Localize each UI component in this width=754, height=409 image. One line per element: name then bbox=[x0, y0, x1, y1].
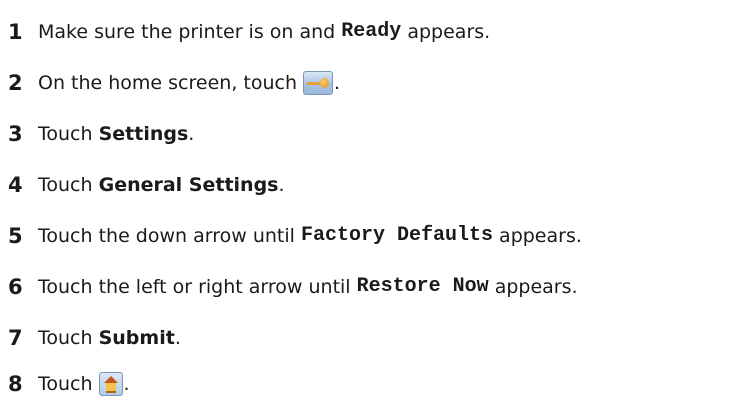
step-text-before: Make sure the printer is on and bbox=[38, 20, 336, 43]
step-bold-label: Settings bbox=[98, 122, 189, 145]
step-number: 6 bbox=[8, 274, 23, 299]
step-5: 5 Touch the down arrow until Factory Def… bbox=[8, 210, 748, 261]
step-text-after: appears. bbox=[499, 224, 582, 247]
step-6: 6 Touch the left or right arrow until Re… bbox=[8, 261, 748, 312]
step-text: On the home screen, touch . bbox=[38, 70, 341, 95]
step-number: 7 bbox=[8, 325, 23, 350]
step-text: Touch General Settings. bbox=[38, 174, 285, 196]
step-text-before: Touch bbox=[38, 373, 93, 395]
step-code: Ready bbox=[341, 20, 402, 43]
step-text-after: . bbox=[188, 122, 195, 145]
menu-key-icon bbox=[303, 70, 334, 95]
step-text: Touch the down arrow until Factory Defau… bbox=[38, 224, 582, 247]
step-number: 4 bbox=[8, 172, 23, 197]
step-4: 4 Touch General Settings. bbox=[8, 159, 748, 210]
step-text: Touch Submit. bbox=[38, 327, 181, 349]
step-text: Touch the left or right arrow until Rest… bbox=[38, 275, 578, 298]
step-2: 2 On the home screen, touch . bbox=[8, 57, 748, 108]
step-text-after: . bbox=[123, 373, 130, 395]
step-text-before: Touch bbox=[38, 173, 93, 196]
instruction-steps: 1 Make sure the printer is on and Ready … bbox=[8, 6, 748, 405]
step-text-after: . bbox=[174, 326, 181, 349]
step-7: 7 Touch Submit. bbox=[8, 312, 748, 363]
step-8: 8 Touch . bbox=[8, 363, 748, 405]
step-bold-label: Submit bbox=[98, 326, 175, 349]
step-number: 3 bbox=[8, 121, 23, 146]
step-text-before: Touch the left or right arrow until bbox=[38, 275, 351, 298]
step-text-before: Touch bbox=[38, 122, 93, 145]
step-number: 5 bbox=[8, 223, 23, 248]
step-text-after: appears. bbox=[494, 275, 578, 298]
step-text-before: Touch bbox=[38, 326, 93, 349]
step-text-after: appears. bbox=[407, 20, 491, 43]
step-text-after: . bbox=[334, 71, 341, 94]
step-text-before: On the home screen, touch bbox=[38, 71, 298, 94]
step-text: Touch Settings. bbox=[38, 123, 194, 145]
step-text: Touch . bbox=[38, 372, 130, 396]
step-1: 1 Make sure the printer is on and Ready … bbox=[8, 6, 748, 57]
step-text-after: . bbox=[278, 173, 285, 196]
step-bold-label: General Settings bbox=[98, 173, 279, 196]
step-text-before: Touch the down arrow until bbox=[38, 224, 295, 247]
step-3: 3 Touch Settings. bbox=[8, 108, 748, 159]
step-code: Restore Now bbox=[356, 275, 489, 298]
home-icon bbox=[98, 372, 123, 396]
step-text: Make sure the printer is on and Ready ap… bbox=[38, 20, 490, 43]
step-number: 1 bbox=[8, 19, 23, 44]
step-number: 2 bbox=[8, 70, 23, 95]
step-code: Factory Defaults bbox=[300, 224, 493, 247]
step-number: 8 bbox=[8, 372, 23, 396]
